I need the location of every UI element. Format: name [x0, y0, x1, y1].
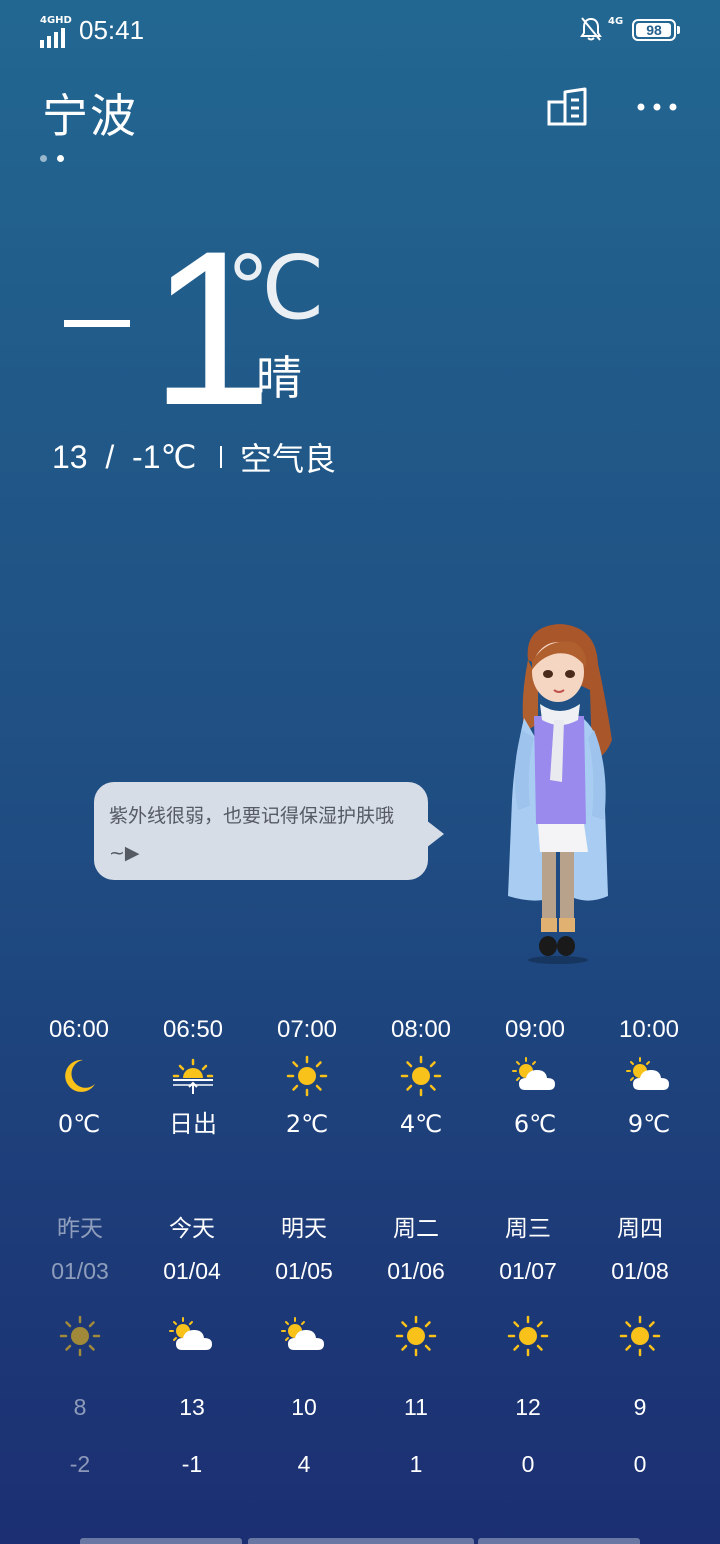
air-quality[interactable]: 空气良: [240, 434, 336, 480]
tip-bubble-tail: [426, 820, 444, 848]
sun-icon: [286, 1055, 328, 1097]
hourly-temp: 日出: [169, 1110, 217, 1138]
daily-low: 0: [633, 1451, 647, 1477]
daily-item: 周二 01/06 11 1: [360, 1210, 472, 1488]
sun-icon: [400, 1055, 442, 1097]
hourly-item: 07:00 2℃: [250, 1010, 364, 1146]
daily-date: 01/08: [611, 1258, 669, 1284]
daily-low: 4: [297, 1451, 311, 1477]
partly-cloudy-icon: [169, 1317, 212, 1350]
temp-range: 13 / -1℃: [52, 438, 196, 476]
daily-item: 周四 01/08 9 0: [584, 1210, 696, 1488]
avatar-girl-illustration[interactable]: [494, 620, 634, 970]
page-dot-active: [57, 155, 64, 162]
status-bar: 4GHD 05:41 4G 98: [0, 12, 720, 48]
hourly-time: 10:00: [618, 1016, 680, 1043]
city-manage-icon[interactable]: [546, 86, 590, 128]
partly-cloudy-icon: [512, 1057, 555, 1090]
hourly-time: 07:00: [276, 1016, 338, 1043]
daily-day: 昨天: [57, 1216, 103, 1242]
hourly-time: 09:00: [504, 1016, 566, 1043]
daily-day: 周二: [393, 1216, 439, 1242]
hourly-item: 09:00 6℃: [478, 1010, 592, 1146]
daily-date: 01/04: [163, 1258, 221, 1284]
battery-icon: 98: [632, 19, 676, 41]
moon-icon: [65, 1059, 95, 1092]
page-dot-location: [40, 155, 47, 162]
daily-date: 01/05: [275, 1258, 333, 1284]
hourly-time: 08:00: [390, 1016, 452, 1043]
daily-high: 13: [179, 1394, 205, 1420]
hourly-item: 06:50 日出: [136, 1010, 250, 1146]
temp-slash: /: [105, 439, 115, 475]
bottom-tab-2[interactable]: [248, 1538, 474, 1544]
daily-low: 0: [521, 1451, 535, 1477]
network-type: 4G: [608, 16, 624, 27]
daily-item: 周三 01/07 12 0: [472, 1210, 584, 1488]
hourly-temp: 6℃: [513, 1110, 557, 1138]
temp-low: -1℃: [132, 439, 197, 475]
daily-date: 01/06: [387, 1258, 445, 1284]
daily-low: 1: [409, 1451, 423, 1477]
daily-item: 今天 01/04 13 -1: [136, 1210, 248, 1488]
hourly-forecast[interactable]: 06:00 0℃ 06:50 日出 07:00 2℃ 08:00 4℃ 09:0…: [22, 1010, 706, 1146]
daily-forecast[interactable]: 昨天 01/03 8 -2 今天 01/04 13 -1 明天 0 1/05 10…: [24, 1210, 696, 1488]
daily-high: 11: [404, 1394, 428, 1420]
daily-high: 9: [633, 1394, 647, 1420]
bottom-tab-1[interactable]: [80, 1538, 242, 1544]
city-name[interactable]: 宁波: [42, 80, 138, 146]
daily-date: 01/07: [499, 1258, 557, 1284]
temperature-unit: ℃: [226, 238, 325, 337]
partly-cloudy-icon: [281, 1317, 324, 1350]
bottom-tab-3[interactable]: [478, 1538, 640, 1544]
hourly-item: 06:00 0℃: [22, 1010, 136, 1146]
hourly-temp: 4℃: [399, 1110, 443, 1138]
signal-icon: [40, 28, 65, 48]
temp-minus-sign: [64, 320, 130, 327]
daily-item: 昨天 01/03 8 -2: [24, 1210, 136, 1488]
daily-high: 12: [515, 1394, 541, 1420]
daily-day: 周三: [505, 1216, 551, 1242]
hourly-temp: 0℃: [57, 1110, 101, 1138]
battery-level: 98: [646, 22, 662, 38]
hourly-time: 06:50: [162, 1016, 224, 1043]
daily-date: 01/03: [51, 1258, 109, 1284]
bottom-tab-strip[interactable]: [80, 1538, 640, 1544]
temp-high: 13: [52, 439, 88, 475]
sun-icon: [59, 1315, 101, 1357]
hourly-item: 08:00 4℃: [364, 1010, 478, 1146]
sun-icon: [395, 1315, 437, 1357]
hourly-temp: 9℃: [627, 1110, 671, 1138]
status-time: 05:41: [79, 15, 145, 45]
page-indicator: [40, 147, 74, 166]
bell-mute-icon: [580, 17, 602, 41]
daily-high: 8: [73, 1394, 87, 1420]
current-condition: 晴: [256, 351, 302, 405]
daily-day: 今天: [169, 1216, 215, 1242]
partly-cloudy-icon: [626, 1057, 669, 1090]
signal-label: 4GHD: [40, 15, 72, 26]
divider: [220, 446, 222, 468]
daily-item: 明天 01/05 10 4: [248, 1210, 360, 1488]
daily-high: 10: [291, 1394, 317, 1420]
tip-bubble[interactable]: 紫外线很弱，也要记得保湿护肤哦~▶: [94, 782, 428, 880]
daily-day: 明天: [281, 1216, 327, 1242]
sun-icon: [507, 1315, 549, 1357]
hourly-item: 10:00 9℃: [592, 1010, 706, 1146]
hourly-temp: 2℃: [285, 1110, 329, 1138]
hourly-time: 06:00: [48, 1016, 110, 1043]
sun-icon: [619, 1315, 661, 1357]
tip-text: 紫外线很弱，也要记得保湿护肤哦~▶: [109, 805, 395, 864]
sunrise-icon: [172, 1058, 214, 1094]
daily-low: -1: [181, 1451, 203, 1477]
battery-tip: [677, 26, 680, 34]
daily-day: 周四: [617, 1216, 663, 1242]
daily-low: -2: [69, 1451, 91, 1477]
more-icon[interactable]: [636, 100, 678, 114]
